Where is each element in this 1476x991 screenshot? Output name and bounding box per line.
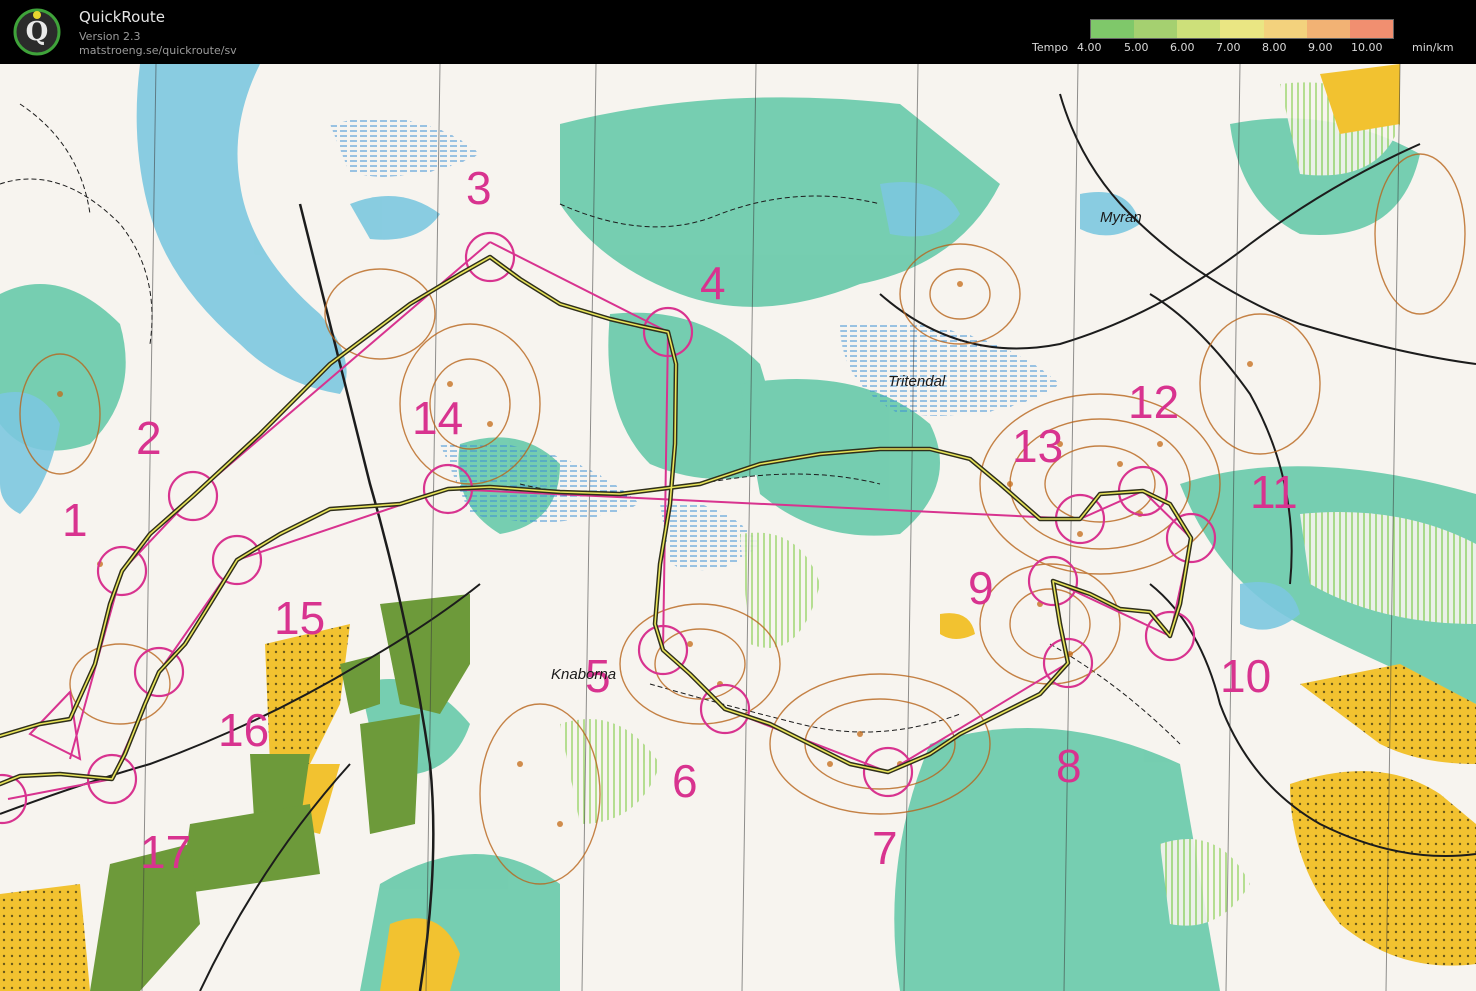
place-name-tritendal: Tritendal (888, 373, 946, 390)
tempo-tick: 7.00 (1216, 41, 1241, 54)
control-number: 1 (62, 494, 88, 546)
control-number: 6 (672, 755, 698, 807)
tempo-tick: 4.00 (1077, 41, 1102, 54)
tempo-swatch (1134, 20, 1178, 38)
place-name-knaborna: Knaborna (551, 666, 616, 683)
control-number: 2 (136, 412, 162, 464)
tempo-swatch (1091, 20, 1135, 38)
svg-text:Q: Q (26, 17, 49, 47)
control-number: 7 (872, 822, 898, 874)
tempo-color-scale (1090, 19, 1394, 39)
control-number: 9 (968, 562, 994, 614)
app-header: Q QuickRoute Version 2.3 matstroeng.se/q… (0, 0, 1476, 64)
control-number: 12 (1128, 376, 1179, 428)
control-number: 4 (700, 257, 726, 309)
control-number: 8 (1056, 740, 1082, 792)
map-canvas[interactable]: 1 2 3 4 5 6 7 8 9 10 11 12 13 14 15 16 1… (0, 64, 1476, 991)
control-number: 13 (1012, 420, 1063, 472)
app-version: Version 2.3 (79, 30, 141, 43)
app-title: QuickRoute (79, 8, 165, 26)
control-number: 16 (218, 704, 269, 756)
tempo-swatch (1306, 20, 1350, 38)
control-number: 3 (466, 162, 492, 214)
place-name-myran: Myran (1100, 209, 1142, 226)
tempo-unit: min/km (1412, 41, 1454, 54)
tempo-swatch (1177, 20, 1221, 38)
control-number: 10 (1220, 650, 1271, 702)
orienteering-map[interactable]: 1 2 3 4 5 6 7 8 9 10 11 12 13 14 15 16 1… (0, 64, 1476, 991)
tempo-swatch (1349, 20, 1393, 38)
app-url-link[interactable]: matstroeng.se/quickroute/sv (79, 44, 237, 57)
tempo-tick: 6.00 (1170, 41, 1195, 54)
tempo-tick: 10.00 (1351, 41, 1383, 54)
control-number: 15 (274, 592, 325, 644)
tempo-swatch (1220, 20, 1264, 38)
tempo-label: Tempo (1032, 41, 1069, 54)
tempo-tick: 9.00 (1308, 41, 1333, 54)
tempo-tick: 5.00 (1124, 41, 1149, 54)
tempo-tick: 8.00 (1262, 41, 1287, 54)
control-number: 17 (140, 826, 191, 878)
control-number: 14 (412, 392, 463, 444)
control-number: 11 (1250, 466, 1298, 518)
tempo-swatch (1263, 20, 1307, 38)
quickroute-logo-icon: Q (13, 8, 61, 56)
